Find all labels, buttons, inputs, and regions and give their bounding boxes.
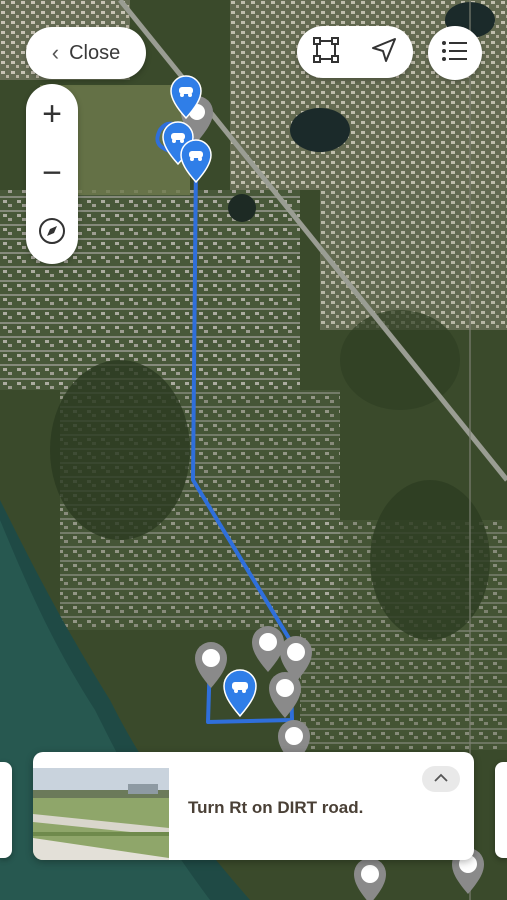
close-button[interactable]: ‹ Close <box>26 27 146 79</box>
zoom-in-button[interactable]: + <box>42 97 62 131</box>
square-selection-icon[interactable] <box>312 36 340 69</box>
next-card[interactable] <box>495 762 507 858</box>
navigation-arrow-icon[interactable] <box>370 36 398 69</box>
close-label: Close <box>69 41 121 64</box>
list-icon <box>441 39 469 68</box>
zoom-out-button[interactable]: − <box>42 156 62 190</box>
chevron-up-icon <box>433 770 449 788</box>
map-tools <box>297 26 413 78</box>
collapse-button[interactable] <box>422 766 460 792</box>
list-button[interactable] <box>428 26 482 80</box>
chevron-left-icon: ‹ <box>51 40 60 65</box>
waypoint-card[interactable]: Turn Rt on DIRT road. <box>33 752 474 860</box>
zoom-controls: + − <box>26 84 78 264</box>
waypoint-photo <box>33 768 169 860</box>
previous-card[interactable] <box>0 762 12 858</box>
compass-icon[interactable] <box>37 216 67 251</box>
waypoint-instruction: Turn Rt on DIRT road. <box>188 798 364 817</box>
